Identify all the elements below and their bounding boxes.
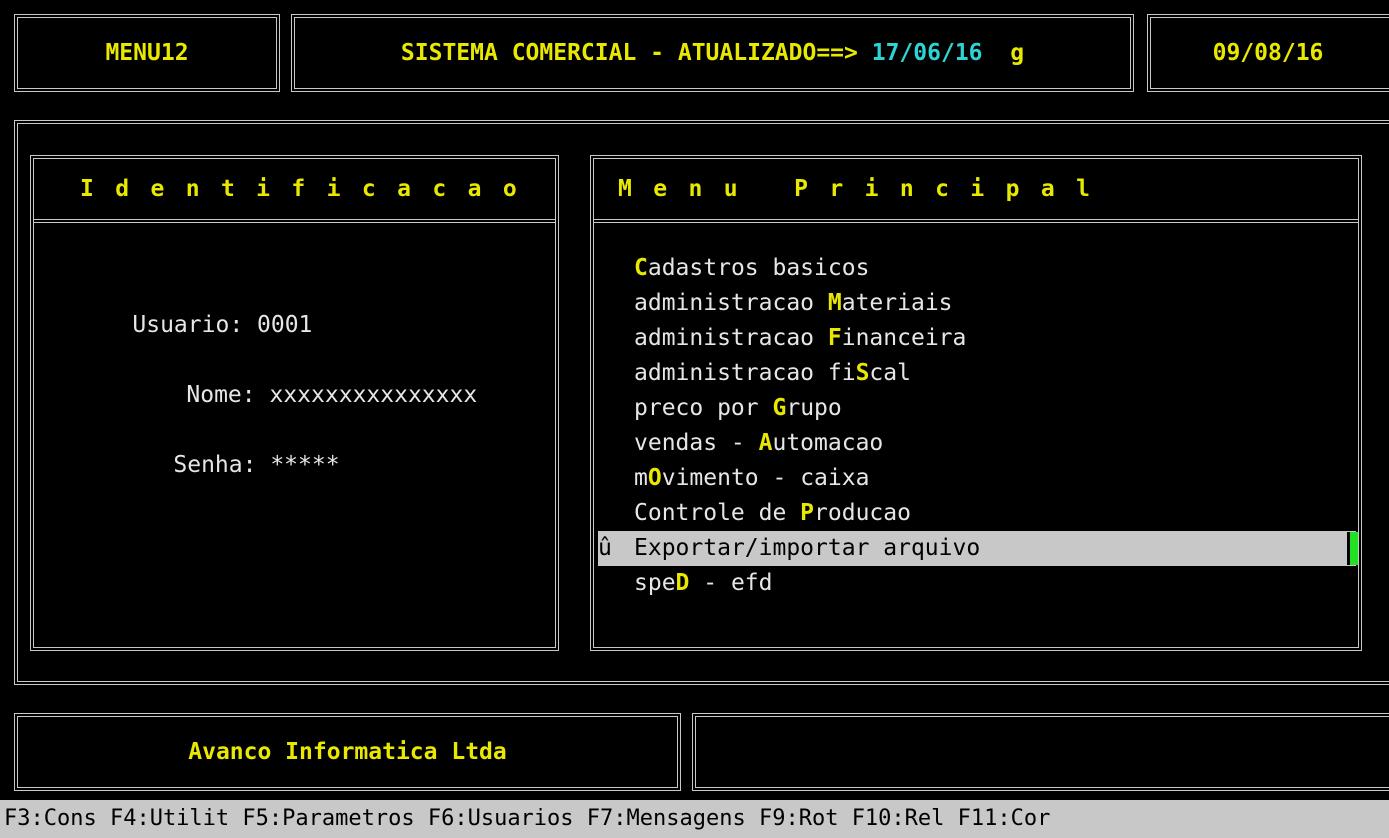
name-label: Nome: xyxy=(186,382,270,408)
company-name: Avanco Informatica Ltda xyxy=(188,739,507,765)
identification-title-bar: Identificacao xyxy=(34,159,555,223)
password-label: Senha: xyxy=(173,452,271,478)
main-menu-title-bar: Menu Principal xyxy=(594,159,1358,223)
user-label: Usuario: xyxy=(132,312,258,338)
system-title: SISTEMA COMERCIAL - ATUALIZADO==> xyxy=(400,40,872,66)
menu-item-hotkey: O xyxy=(647,465,662,491)
menu-item-hotkey: P xyxy=(800,500,815,526)
program-name-box: MENU12 xyxy=(14,14,280,92)
main-menu-list: Cadastros basicos administracao Materiais… xyxy=(594,251,1358,601)
menu-item-hotkey: E xyxy=(634,535,648,561)
menu-item-hotkey: G xyxy=(772,395,787,421)
menu-item-text: xportar/importar arquivo xyxy=(647,535,981,561)
current-date-box: 09/08/16 xyxy=(1147,14,1389,92)
menu-item[interactable]: administracao Materiais xyxy=(594,286,1358,321)
password-field[interactable]: ***** xyxy=(270,452,339,478)
user-field[interactable]: 0001 xyxy=(257,312,312,338)
company-box: Avanco Informatica Ltda xyxy=(14,713,681,791)
main-menu-panel: Menu Principal Cadastros basicos administ… xyxy=(590,155,1362,651)
menu-item-text: administracao fi xyxy=(634,360,856,386)
menu-item[interactable]: Cadastros basicos xyxy=(594,251,1358,286)
menu-item-text: vendas - xyxy=(634,430,759,456)
menu-item[interactable]: preco por Grupo xyxy=(594,391,1358,426)
menu-item-hotkey: F xyxy=(827,325,842,351)
menu-item-text: roducao xyxy=(814,500,911,526)
menu-item[interactable]: vendas - Automacao xyxy=(594,426,1358,461)
menu-item[interactable]: mOvimento - caixa xyxy=(594,461,1358,496)
message-box xyxy=(692,713,1389,791)
message-text xyxy=(696,717,1389,787)
identification-panel: Identificacao Usuario: 0001 Nome: xxxxxx… xyxy=(30,155,559,651)
menu-item-hotkey: S xyxy=(855,360,870,386)
menu-item-text: utomacao xyxy=(772,430,884,456)
program-name: MENU12 xyxy=(105,40,189,66)
menu-item[interactable]: administracao fiScal xyxy=(594,356,1358,391)
identification-title: Identificacao xyxy=(80,176,539,202)
menu-item-text: cal xyxy=(869,360,911,386)
text-cursor xyxy=(1347,532,1358,565)
menu-item-hotkey: M xyxy=(827,290,842,316)
menu-item-text: administracao xyxy=(634,290,828,316)
password-row: Senha: ***** xyxy=(118,426,339,504)
user-row: Usuario: 0001 xyxy=(77,286,312,364)
menu-item-text: Controle de xyxy=(634,500,801,526)
menu-item-text: ateriais xyxy=(841,290,953,316)
menu-item[interactable]: û Exportar/importar arquivo xyxy=(598,531,1358,566)
menu-item-hotkey: A xyxy=(758,430,773,456)
menu-item-text: rupo xyxy=(786,395,842,421)
menu-item-text: preco por xyxy=(634,395,773,421)
menu-item-text: m xyxy=(634,465,648,491)
function-keys-bar[interactable]: F3:Cons F4:Utilit F5:Parametros F6:Usuar… xyxy=(0,800,1389,838)
menu-item-text: administracao xyxy=(634,325,828,351)
menu-item-hotkey: D xyxy=(675,570,690,596)
menu-item[interactable]: administracao Financeira xyxy=(594,321,1358,356)
system-flag: g xyxy=(1010,40,1025,66)
selection-marker: û xyxy=(598,535,612,561)
title-spacer xyxy=(983,40,1011,66)
system-title-line: SISTEMA COMERCIAL - ATUALIZADO==> 17/06/… xyxy=(295,18,1130,88)
menu-item-hotkey: C xyxy=(634,255,648,281)
name-field[interactable]: xxxxxxxxxxxxxxx xyxy=(269,382,477,408)
menu-item-text: - efd xyxy=(689,570,773,596)
main-menu-title: Menu Principal xyxy=(618,176,1112,202)
menu-item-text: inanceira xyxy=(841,325,967,351)
system-title-box: SISTEMA COMERCIAL - ATUALIZADO==> 17/06/… xyxy=(291,14,1134,92)
menu-item-text: vimento - caixa xyxy=(661,465,870,491)
update-date: 17/06/16 xyxy=(871,40,983,66)
name-row: Nome: xxxxxxxxxxxxxxx xyxy=(131,356,477,434)
current-date: 09/08/16 xyxy=(1212,40,1324,66)
menu-item[interactable]: Controle de Producao xyxy=(594,496,1358,531)
menu-item[interactable]: speD - efd xyxy=(594,566,1358,601)
menu-item-text: spe xyxy=(634,570,676,596)
menu-item-text: adastros basicos xyxy=(647,255,870,281)
